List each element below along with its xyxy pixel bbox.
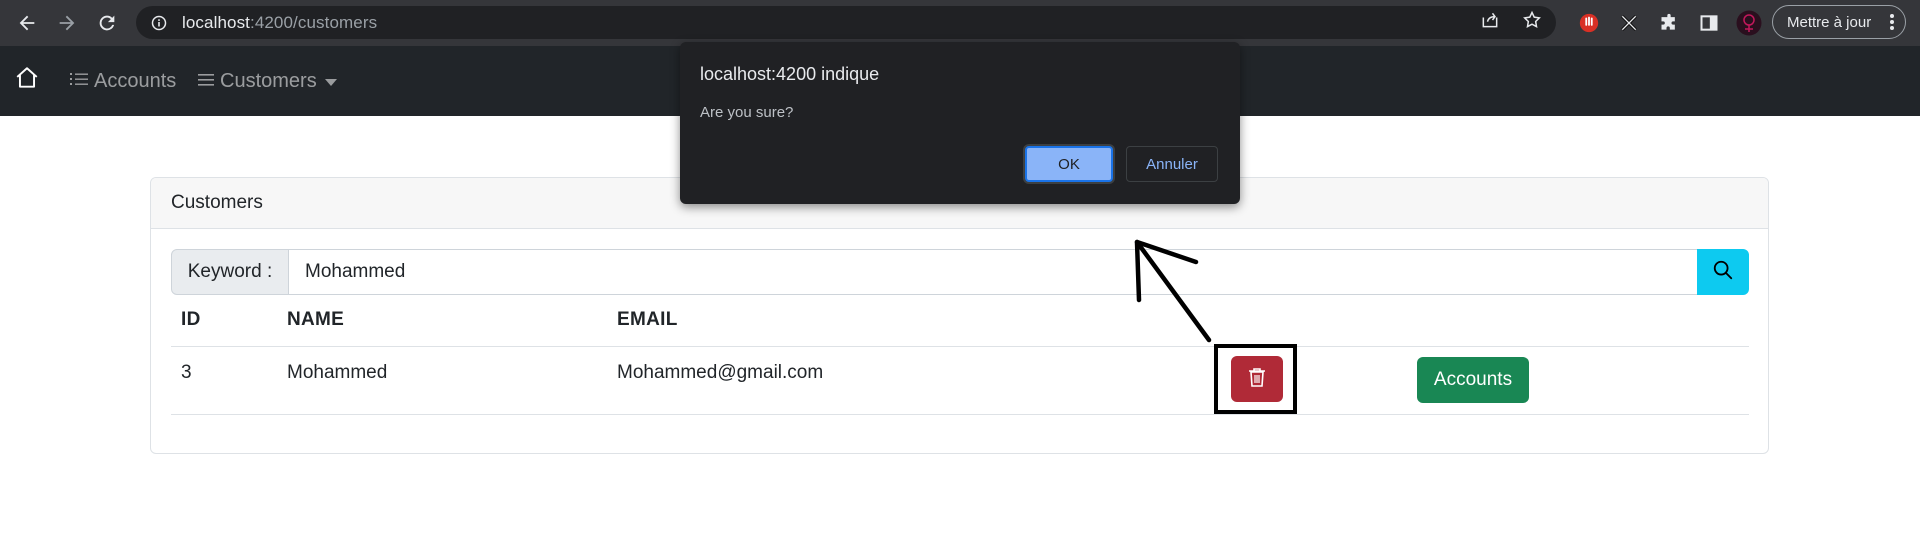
column-header-name: NAME (287, 309, 345, 330)
kebab-menu-icon[interactable] (1889, 13, 1895, 35)
cell-email: Mohammed@gmail.com (617, 362, 824, 383)
customers-card: Customers Keyword : ID NAME EMAIL 3 Moha… (150, 177, 1769, 454)
dialog-title: localhost:4200 indique (700, 64, 880, 84)
reload-icon[interactable] (92, 8, 122, 38)
column-header-email: EMAIL (617, 309, 678, 330)
extension-red-icon[interactable] (1574, 8, 1604, 38)
customer-accounts-button[interactable]: Accounts (1417, 357, 1529, 403)
address-bar[interactable]: localhost:4200/customers (136, 6, 1556, 39)
home-link[interactable] (14, 46, 40, 116)
annotation-arrow (1134, 239, 1212, 343)
nav-customers-label: Customers (220, 69, 317, 92)
url-text: localhost:4200/customers (182, 12, 378, 32)
share-icon[interactable] (1480, 10, 1500, 35)
back-icon[interactable] (12, 8, 42, 38)
nav-accounts-label: Accounts (94, 69, 177, 92)
ok-button[interactable]: OK (1025, 146, 1113, 182)
profile-avatar-icon[interactable] (1734, 8, 1764, 38)
dialog-message: Are you sure? (700, 104, 794, 121)
search-button[interactable] (1697, 249, 1749, 295)
card-title: Customers (171, 192, 263, 213)
list-ol-icon (70, 70, 88, 93)
search-form: Keyword : (171, 249, 1749, 295)
nav-accounts[interactable]: Accounts (70, 46, 176, 116)
bookmark-star-icon[interactable] (1522, 10, 1542, 35)
nav-customers-dropdown[interactable]: Customers (198, 46, 337, 116)
update-button[interactable]: Mettre à jour (1772, 5, 1906, 39)
site-info-icon[interactable] (150, 14, 168, 32)
confirm-dialog: localhost:4200 indique Are you sure? OK … (680, 42, 1240, 204)
keyword-label: Keyword : (171, 249, 289, 295)
table-row-divider (171, 414, 1749, 415)
search-icon (1712, 259, 1734, 286)
cell-name: Mohammed (287, 362, 388, 383)
extension-x-icon[interactable] (1614, 8, 1644, 38)
house-icon (14, 65, 40, 97)
browser-toolbar: localhost:4200/customers Mettre à jour (0, 0, 1920, 46)
list-icon (198, 70, 214, 93)
column-header-id: ID (181, 309, 201, 330)
extensions-puzzle-icon[interactable] (1654, 8, 1684, 38)
annotation-highlight-box (1214, 344, 1297, 414)
caret-down-icon (324, 70, 337, 93)
forward-icon[interactable] (52, 8, 82, 38)
side-panel-icon[interactable] (1694, 8, 1724, 38)
keyword-input[interactable] (288, 249, 1698, 295)
cancel-button[interactable]: Annuler (1126, 146, 1218, 182)
cell-id: 3 (181, 362, 192, 383)
table-divider (171, 346, 1749, 347)
